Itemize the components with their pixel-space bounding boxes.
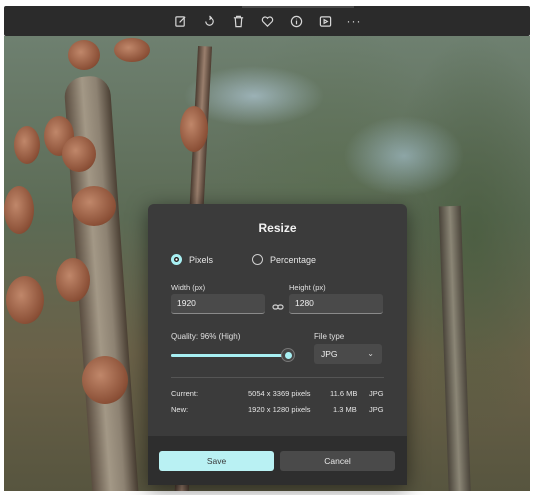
divider (171, 377, 384, 378)
filetype-value: JPG (321, 349, 338, 359)
tree-trunk (438, 205, 472, 491)
rotate-icon[interactable] (199, 11, 219, 31)
new-size: 1.3 MB (333, 405, 357, 414)
height-input[interactable]: 1280 (289, 294, 383, 314)
quality-label: Quality: 96% (High) (171, 332, 241, 341)
banksia-cone (72, 186, 116, 226)
heart-icon[interactable] (257, 11, 277, 31)
chevron-down-icon: ⌄ (367, 349, 374, 358)
banksia-cone (180, 106, 208, 152)
banksia-cone (4, 186, 34, 234)
current-type: JPG (369, 389, 384, 398)
quality-slider-thumb[interactable] (281, 348, 296, 362)
resize-dialog: Resize Pixels Percentage Width (px) 1920… (148, 204, 407, 485)
more-icon[interactable]: ··· (344, 11, 364, 31)
radio-percentage[interactable]: Percentage (252, 254, 316, 265)
quality-slider-fill (171, 354, 289, 357)
new-label: New: (171, 405, 189, 414)
width-label: Width (px) (171, 283, 206, 292)
banksia-cone (14, 126, 40, 164)
quality-slider-track[interactable] (171, 354, 293, 357)
banksia-cone (56, 258, 90, 302)
banksia-cone (114, 38, 150, 62)
banksia-cone (62, 136, 96, 172)
save-button[interactable]: Save (159, 451, 274, 471)
info-icon[interactable] (286, 11, 306, 31)
current-pixels: 5054 x 3369 pixels (248, 389, 311, 398)
banksia-cone (6, 276, 44, 324)
toolbar-accent (242, 6, 354, 8)
new-type: JPG (369, 405, 384, 414)
photo-toolbar: ··· (4, 6, 530, 36)
dialog-footer: Save Cancel (148, 436, 407, 485)
new-pixels: 1920 x 1280 pixels (248, 405, 311, 414)
filetype-label: File type (314, 332, 345, 341)
slideshow-icon[interactable] (315, 11, 335, 31)
radio-percentage-indicator[interactable] (252, 254, 263, 265)
radio-pixels-indicator[interactable] (171, 254, 182, 265)
current-size: 11.6 MB (330, 389, 358, 398)
dialog-title: Resize (258, 221, 297, 235)
cancel-button[interactable]: Cancel (280, 451, 395, 471)
link-aspect-icon[interactable] (272, 299, 284, 310)
radio-percentage-label: Percentage (270, 254, 317, 265)
edit-icon[interactable] (170, 11, 190, 31)
filetype-select[interactable]: JPG ⌄ (314, 344, 382, 364)
current-label: Current: (171, 389, 199, 398)
delete-icon[interactable] (228, 11, 248, 31)
banksia-cone (82, 356, 128, 404)
radio-pixels-label: Pixels (189, 254, 214, 265)
radio-pixels[interactable]: Pixels (171, 254, 213, 265)
width-input[interactable]: 1920 (171, 294, 265, 314)
height-label: Height (px) (289, 283, 326, 292)
banksia-cone (68, 40, 100, 70)
